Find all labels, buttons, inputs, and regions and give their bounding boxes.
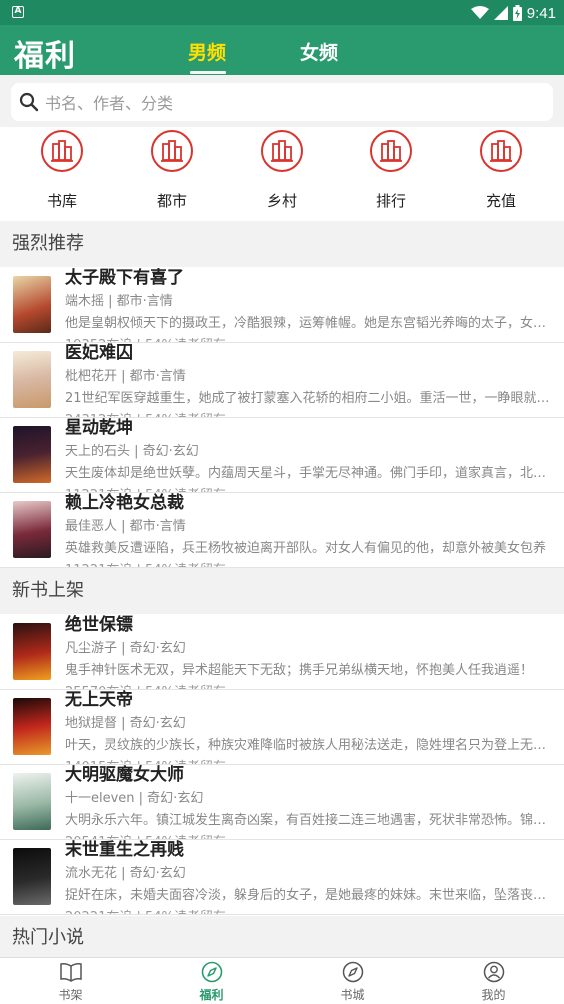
book-cover — [13, 426, 51, 483]
book-title: 赖上冷艳女总裁 — [65, 493, 184, 513]
book-cover — [13, 623, 51, 680]
book-stats: 20221在追 | 54%读者留存 — [65, 906, 226, 914]
category-city[interactable]: 都市 — [122, 127, 222, 211]
search-input[interactable]: 书名、作者、分类 — [11, 83, 553, 121]
book-title: 大明驱魔女大师 — [65, 765, 184, 785]
battery-icon — [512, 5, 522, 21]
category-shortcuts: 书库 都市 乡村 排行 充值 — [0, 127, 564, 221]
book-cover — [13, 698, 51, 755]
book-meta: 端木摇 | 都市·言情 — [65, 294, 173, 309]
book-description: 大明永乐六年。镇江城发生离奇凶案，有百姓接二连三地遇害，死状非常恐怖。锦衣卫奉命… — [65, 813, 555, 828]
book-description: 英雄救美反遭诬陷，兵王杨牧被迫离开部队。对女人有偏见的他，却意外被美女包养 — [65, 541, 547, 556]
search-placeholder: 书名、作者、分类 — [45, 94, 174, 113]
book-item[interactable]: 绝世保镖 凡尘游子 | 奇幻·玄幻 鬼手神针医术无双，异术超能天下无敌；携手兄弟… — [0, 614, 564, 690]
book-title: 太子殿下有喜了 — [65, 268, 184, 288]
signal-icon — [493, 6, 508, 20]
recharge-icon — [480, 130, 522, 172]
search-area: 书名、作者、分类 — [0, 75, 564, 127]
book-title: 绝世保镖 — [65, 615, 133, 635]
status-bar: A 9:41 — [0, 0, 564, 25]
library-icon — [41, 130, 83, 172]
book-meta: 天上的石头 | 奇幻·玄幻 — [65, 444, 199, 459]
system-icons: 9:41 — [470, 4, 556, 22]
top-bar: 福利 男频 女频 — [0, 25, 564, 75]
book-item[interactable]: 太子殿下有喜了 端木摇 | 都市·言情 他是皇朝权倾天下的摄政王，冷酷狠辣，运筹… — [0, 267, 564, 343]
book-description: 叶天，灵纹族的少族长，种族灾难降临时被族人用秘法送走，隐姓埋名只为登上无上天帝之… — [65, 738, 555, 753]
category-label: 书库 — [46, 192, 77, 210]
section-title-recommended: 强烈推荐 — [0, 221, 564, 267]
book-cover — [13, 351, 51, 408]
nav-label: 书架 — [58, 988, 83, 1002]
book-meta: 最佳恶人 | 都市·言情 — [65, 519, 186, 534]
village-icon — [261, 130, 303, 172]
book-description: 21世纪军医穿越重生，她成了被打蒙塞入花轿的相府二小姐。重活一世，一睁眼就遇上了… — [65, 391, 555, 406]
book-item[interactable]: 末世重生之再贱 流水无花 | 奇幻·玄幻 捉奸在床，未婚夫面容冷淡，躲身后的女子… — [0, 839, 564, 915]
book-item[interactable]: 医妃难囚 枇杷花开 | 都市·言情 21世纪军医穿越重生，她成了被打蒙塞入花轿的… — [0, 342, 564, 418]
category-village[interactable]: 乡村 — [232, 127, 332, 211]
user-icon — [423, 960, 564, 984]
category-label: 排行 — [375, 192, 406, 210]
book-title: 无上天帝 — [65, 690, 133, 710]
bottom-navigation: 书架 福利 书城 我的 — [0, 957, 564, 1004]
book-cover — [13, 276, 51, 333]
section-title-new-books: 新书上架 — [0, 568, 564, 614]
category-label: 都市 — [156, 192, 187, 210]
book-meta: 十一eleven | 奇幻·玄幻 — [65, 791, 204, 806]
nav-bookstore[interactable]: 书城 — [282, 960, 423, 1003]
book-cover — [13, 773, 51, 830]
book-item[interactable]: 无上天帝 地狱提督 | 奇幻·玄幻 叶天，灵纹族的少族长，种族灾难降临时被族人用… — [0, 689, 564, 765]
book-description: 他是皇朝权倾天下的摄政王，冷酷狠辣，运筹帷幄。她是东宫韬光养晦的太子，女扮男装，… — [65, 316, 555, 331]
book-icon — [0, 960, 141, 984]
category-recharge[interactable]: 充值 — [451, 127, 551, 211]
explore-icon — [282, 960, 423, 984]
page-title: 福利 — [14, 39, 76, 74]
book-item[interactable]: 大明驱魔女大师 十一eleven | 奇幻·玄幻 大明永乐六年。镇江城发生离奇凶… — [0, 764, 564, 840]
new-books-list: 绝世保镖 凡尘游子 | 奇幻·玄幻 鬼手神针医术无双，异术超能天下无敌；携手兄弟… — [0, 614, 564, 916]
book-title: 星动乾坤 — [65, 418, 133, 438]
book-stats: 11221在追 | 54%读者留存 — [65, 559, 226, 567]
section-title-hot-novels: 热门小说 — [0, 916, 564, 957]
category-label: 充值 — [485, 192, 516, 210]
book-cover — [13, 501, 51, 558]
book-title: 医妃难囚 — [65, 343, 133, 363]
book-meta: 地狱提督 | 奇幻·玄幻 — [65, 716, 186, 731]
active-tab-indicator — [190, 71, 226, 74]
book-item[interactable]: 星动乾坤 天上的石头 | 奇幻·玄幻 天生废体却是绝世妖孽。内蕴周天星斗，手掌无… — [0, 417, 564, 493]
tab-male[interactable]: 男频 — [188, 38, 226, 65]
nav-welfare[interactable]: 福利 — [141, 960, 282, 1003]
nav-bookshelf[interactable]: 书架 — [0, 960, 141, 1003]
book-item[interactable]: 赖上冷艳女总裁 最佳恶人 | 都市·言情 英雄救美反遭诬陷，兵王杨牧被迫离开部队… — [0, 492, 564, 568]
book-description: 鬼手神针医术无双，异术超能天下无敌；携手兄弟纵横天地，怀抱美人任我逍遥！ — [65, 663, 534, 678]
clock: 9:41 — [526, 4, 556, 22]
nav-label: 我的 — [481, 988, 506, 1002]
book-meta: 流水无花 | 奇幻·玄幻 — [65, 866, 186, 881]
city-icon — [151, 130, 193, 172]
book-title: 末世重生之再贱 — [65, 840, 184, 860]
book-cover — [13, 848, 51, 905]
recommended-list: 太子殿下有喜了 端木摇 | 都市·言情 他是皇朝权倾天下的摄政王，冷酷狠辣，运筹… — [0, 267, 564, 568]
search-icon — [19, 92, 39, 112]
compass-icon — [141, 960, 282, 984]
category-library[interactable]: 书库 — [12, 127, 112, 211]
nav-label: 福利 — [199, 988, 224, 1002]
book-description: 天生废体却是绝世妖孽。内蕴周天星斗，手掌无尽神通。佛门手印，道家真言，北斗七星拳 — [65, 466, 555, 481]
book-description: 捉奸在床，未婚夫面容冷淡，躲身后的女子，是她最疼的妹妹。末世来临，坠落丧尸群中 — [65, 888, 555, 903]
nav-mine[interactable]: 我的 — [423, 960, 564, 1003]
nav-label: 书城 — [340, 988, 365, 1002]
category-ranking[interactable]: 排行 — [341, 127, 441, 211]
tab-female[interactable]: 女频 — [300, 38, 338, 65]
book-meta: 凡尘游子 | 奇幻·玄幻 — [65, 641, 186, 656]
category-label: 乡村 — [266, 192, 297, 210]
wifi-icon — [470, 6, 489, 19]
app-notification-icon: A — [12, 6, 24, 18]
book-meta: 枇杷花开 | 都市·言情 — [65, 369, 186, 384]
ranking-icon — [370, 130, 412, 172]
